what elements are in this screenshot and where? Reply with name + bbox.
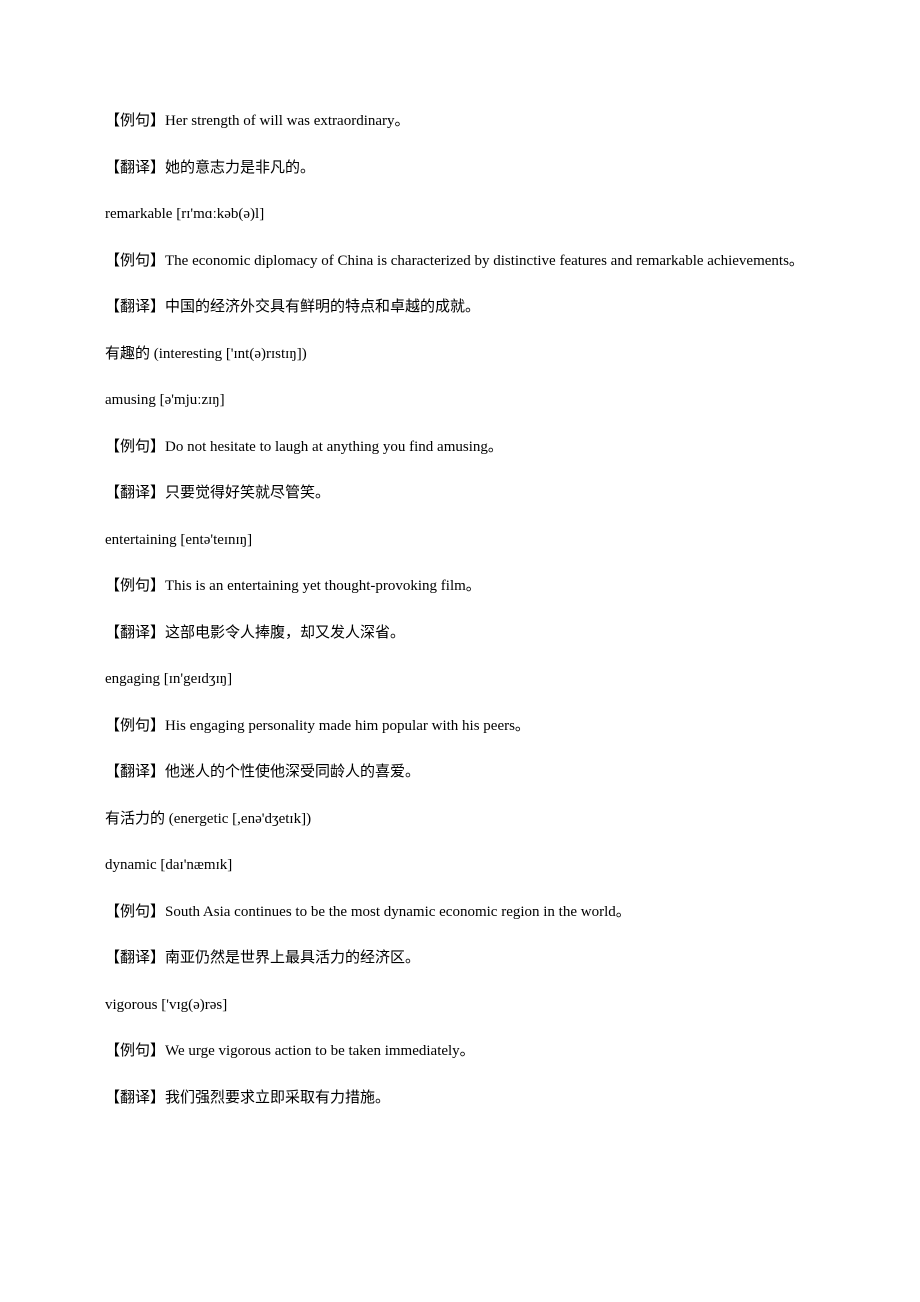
example-sentence: 【例句】We urge vigorous action to be taken … <box>75 1040 845 1063</box>
vocab-entry: entertaining [entə'teɪnɪŋ] <box>75 529 845 552</box>
example-sentence: 【例句】His engaging personality made him po… <box>75 715 845 738</box>
document-page: 【例句】Her strength of will was extraordina… <box>0 0 920 1193</box>
vocab-entry: remarkable [rɪ'mɑːkəb(ə)l] <box>75 203 845 226</box>
example-sentence: 【例句】The economic diplomacy of China is c… <box>75 250 845 273</box>
example-sentence: 【例句】Her strength of will was extraordina… <box>75 110 845 133</box>
example-sentence: 【例句】Do not hesitate to laugh at anything… <box>75 436 845 459</box>
category-heading: 有趣的 (interesting ['ɪnt(ə)rɪstɪŋ]) <box>75 343 845 366</box>
translation: 【翻译】只要觉得好笑就尽管笑。 <box>75 482 845 505</box>
translation: 【翻译】我们强烈要求立即采取有力措施。 <box>75 1087 845 1110</box>
vocab-entry: dynamic [daɪ'næmɪk] <box>75 854 845 877</box>
example-sentence: 【例句】This is an entertaining yet thought-… <box>75 575 845 598</box>
translation: 【翻译】她的意志力是非凡的。 <box>75 157 845 180</box>
translation: 【翻译】南亚仍然是世界上最具活力的经济区。 <box>75 947 845 970</box>
translation: 【翻译】他迷人的个性使他深受同龄人的喜爱。 <box>75 761 845 784</box>
vocab-entry: engaging [ɪn'geɪdʒɪŋ] <box>75 668 845 691</box>
vocab-entry: amusing [ə'mjuːzɪŋ] <box>75 389 845 412</box>
translation: 【翻译】这部电影令人捧腹，却又发人深省。 <box>75 622 845 645</box>
vocab-entry: vigorous ['vɪg(ə)rəs] <box>75 994 845 1017</box>
translation: 【翻译】中国的经济外交具有鲜明的特点和卓越的成就。 <box>75 296 845 319</box>
category-heading: 有活力的 (energetic [,enə'dʒetɪk]) <box>75 808 845 831</box>
example-sentence: 【例句】South Asia continues to be the most … <box>75 901 845 924</box>
